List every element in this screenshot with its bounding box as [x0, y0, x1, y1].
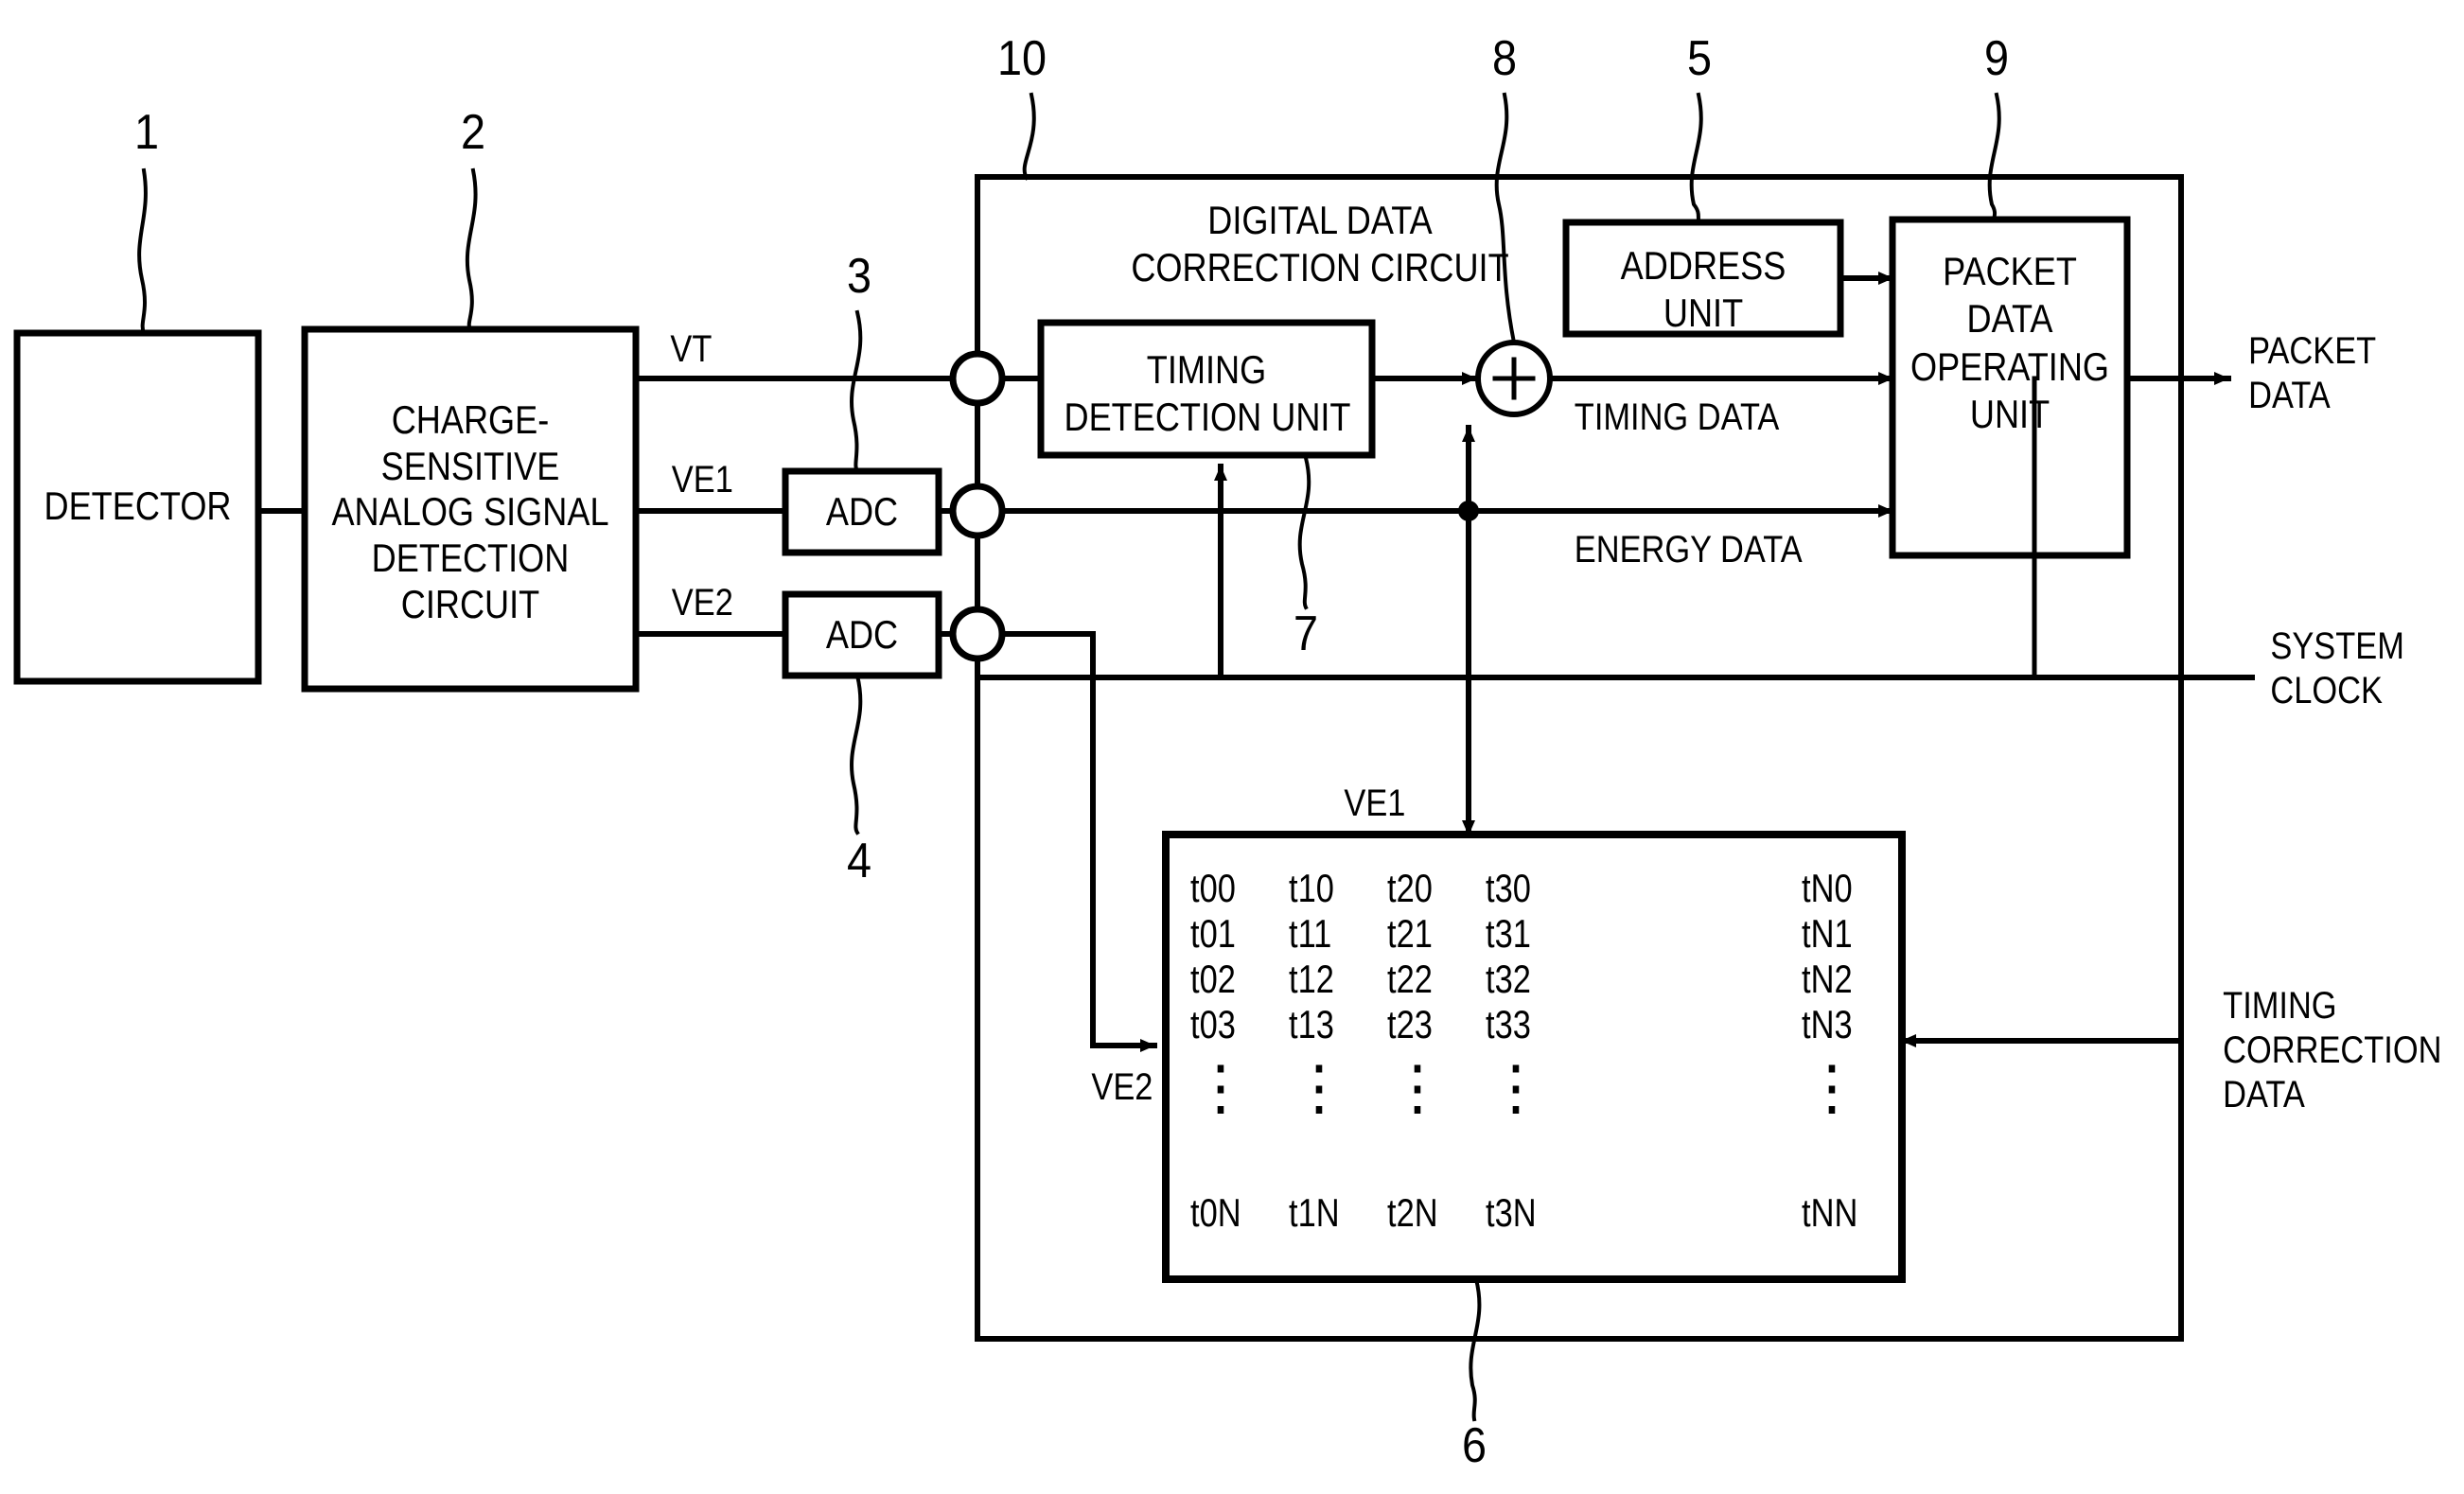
- lut-cell: t31: [1486, 911, 1531, 956]
- adc1-label: ADC: [825, 489, 899, 534]
- ref-numeral-7: 7: [1293, 606, 1319, 661]
- terminal-ve2-shape: [949, 606, 1006, 662]
- wire-ve2-to-table: [999, 631, 1157, 1052]
- leader-ref-7: [1297, 455, 1311, 610]
- lut-cell: tN2: [1802, 957, 1853, 1001]
- signal-label-timing-data: TIMING DATA: [1574, 396, 1780, 438]
- charge-sensitive-label: CHARGE- SENSITIVE ANALOG SIGNAL DETECTIO…: [331, 397, 609, 626]
- lut-cell: t12: [1289, 957, 1334, 1001]
- leader-ref-1: [137, 167, 148, 336]
- signal-label-ve1: VE1: [671, 459, 733, 501]
- lut-cell: tN1: [1802, 911, 1853, 956]
- lut-cell: t00: [1190, 866, 1236, 910]
- leader-ref-3: [850, 309, 863, 474]
- ref-numeral-1: 1: [133, 105, 160, 160]
- terminal-ve1-shape: [949, 483, 1006, 539]
- ref-numeral-5: 5: [1686, 31, 1713, 86]
- lut-cell: t13: [1289, 1002, 1334, 1046]
- ref-numeral-4: 4: [846, 834, 872, 888]
- signal-label-vt: VT: [670, 328, 713, 370]
- lut-cell: tNN: [1802, 1190, 1858, 1235]
- signal-label-timing-correction-data: TIMING CORRECTION DATA: [2223, 985, 2442, 1116]
- lut-ellipsis: ⋮: [1190, 1053, 1251, 1121]
- lut-ellipsis: ⋮: [1387, 1053, 1448, 1121]
- lut-cell: t30: [1486, 866, 1531, 910]
- signal-label-ve1-table: VE1: [1344, 782, 1406, 824]
- lut-cell: t22: [1387, 957, 1433, 1001]
- lut-cell: tN0: [1802, 866, 1853, 910]
- lut-cell: t02: [1190, 957, 1236, 1001]
- lut-cell: t3N: [1486, 1190, 1537, 1235]
- lut-cell: t03: [1190, 1002, 1236, 1046]
- signal-label-energy-data: ENERGY DATA: [1574, 529, 1803, 571]
- signal-label-ve2-table: VE2: [1091, 1066, 1153, 1108]
- lut-cell: t0N: [1190, 1190, 1241, 1235]
- lut-cell: t1N: [1289, 1190, 1340, 1235]
- lut-ellipsis: ⋮: [1802, 1053, 1862, 1121]
- lut-cell: t01: [1190, 911, 1236, 956]
- timing-detection-label: TIMING DETECTION UNIT: [1064, 347, 1351, 439]
- packet-data-operating-label: PACKET DATA OPERATING UNIT: [1910, 249, 2110, 437]
- ref-numeral-2: 2: [460, 105, 486, 160]
- digital-correction-title: DIGITAL DATA CORRECTION CIRCUIT: [1131, 198, 1509, 290]
- lut-cell: t33: [1486, 1002, 1531, 1046]
- signal-label-system-clock: SYSTEM CLOCK: [2270, 625, 2404, 712]
- ref-numeral-3: 3: [846, 249, 872, 304]
- leader-ref-9: [1987, 92, 2001, 222]
- ref-numeral-8: 8: [1491, 31, 1518, 86]
- figure-canvas: 1 2 3 4 5 6 7 8 9 10 DETECTOR CHARGE- SE…: [0, 0, 2464, 1494]
- lut-ellipsis: ⋮: [1289, 1053, 1349, 1121]
- lut-cell: t20: [1387, 866, 1433, 910]
- lut-cell: tN3: [1802, 1002, 1853, 1046]
- leader-ref-6: [1469, 1276, 1482, 1422]
- lut-cell: t21: [1387, 911, 1433, 956]
- leader-ref-2: [465, 167, 478, 332]
- leader-ref-5: [1689, 92, 1703, 225]
- signal-label-packet-data-out: PACKET DATA: [2248, 330, 2377, 417]
- lut-cell: t2N: [1387, 1190, 1438, 1235]
- leader-ref-10: [1022, 92, 1036, 181]
- ref-numeral-6: 6: [1461, 1418, 1487, 1473]
- ref-numeral-9: 9: [1983, 31, 2010, 86]
- address-unit-label: ADDRESS UNIT: [1620, 243, 1786, 335]
- lut-cell: t10: [1289, 866, 1334, 910]
- leader-ref-4: [850, 673, 863, 835]
- lut-ellipsis: ⋮: [1486, 1053, 1546, 1121]
- detector-label: DETECTOR: [44, 483, 232, 528]
- lut-cell: t32: [1486, 957, 1531, 1001]
- adc2-label: ADC: [825, 612, 899, 657]
- signal-label-ve2: VE2: [671, 582, 733, 624]
- terminal-vt-shape: [949, 350, 1006, 407]
- lut-cell: t11: [1289, 911, 1332, 956]
- ref-numeral-10: 10: [996, 31, 1047, 86]
- lut-cell: t23: [1387, 1002, 1433, 1046]
